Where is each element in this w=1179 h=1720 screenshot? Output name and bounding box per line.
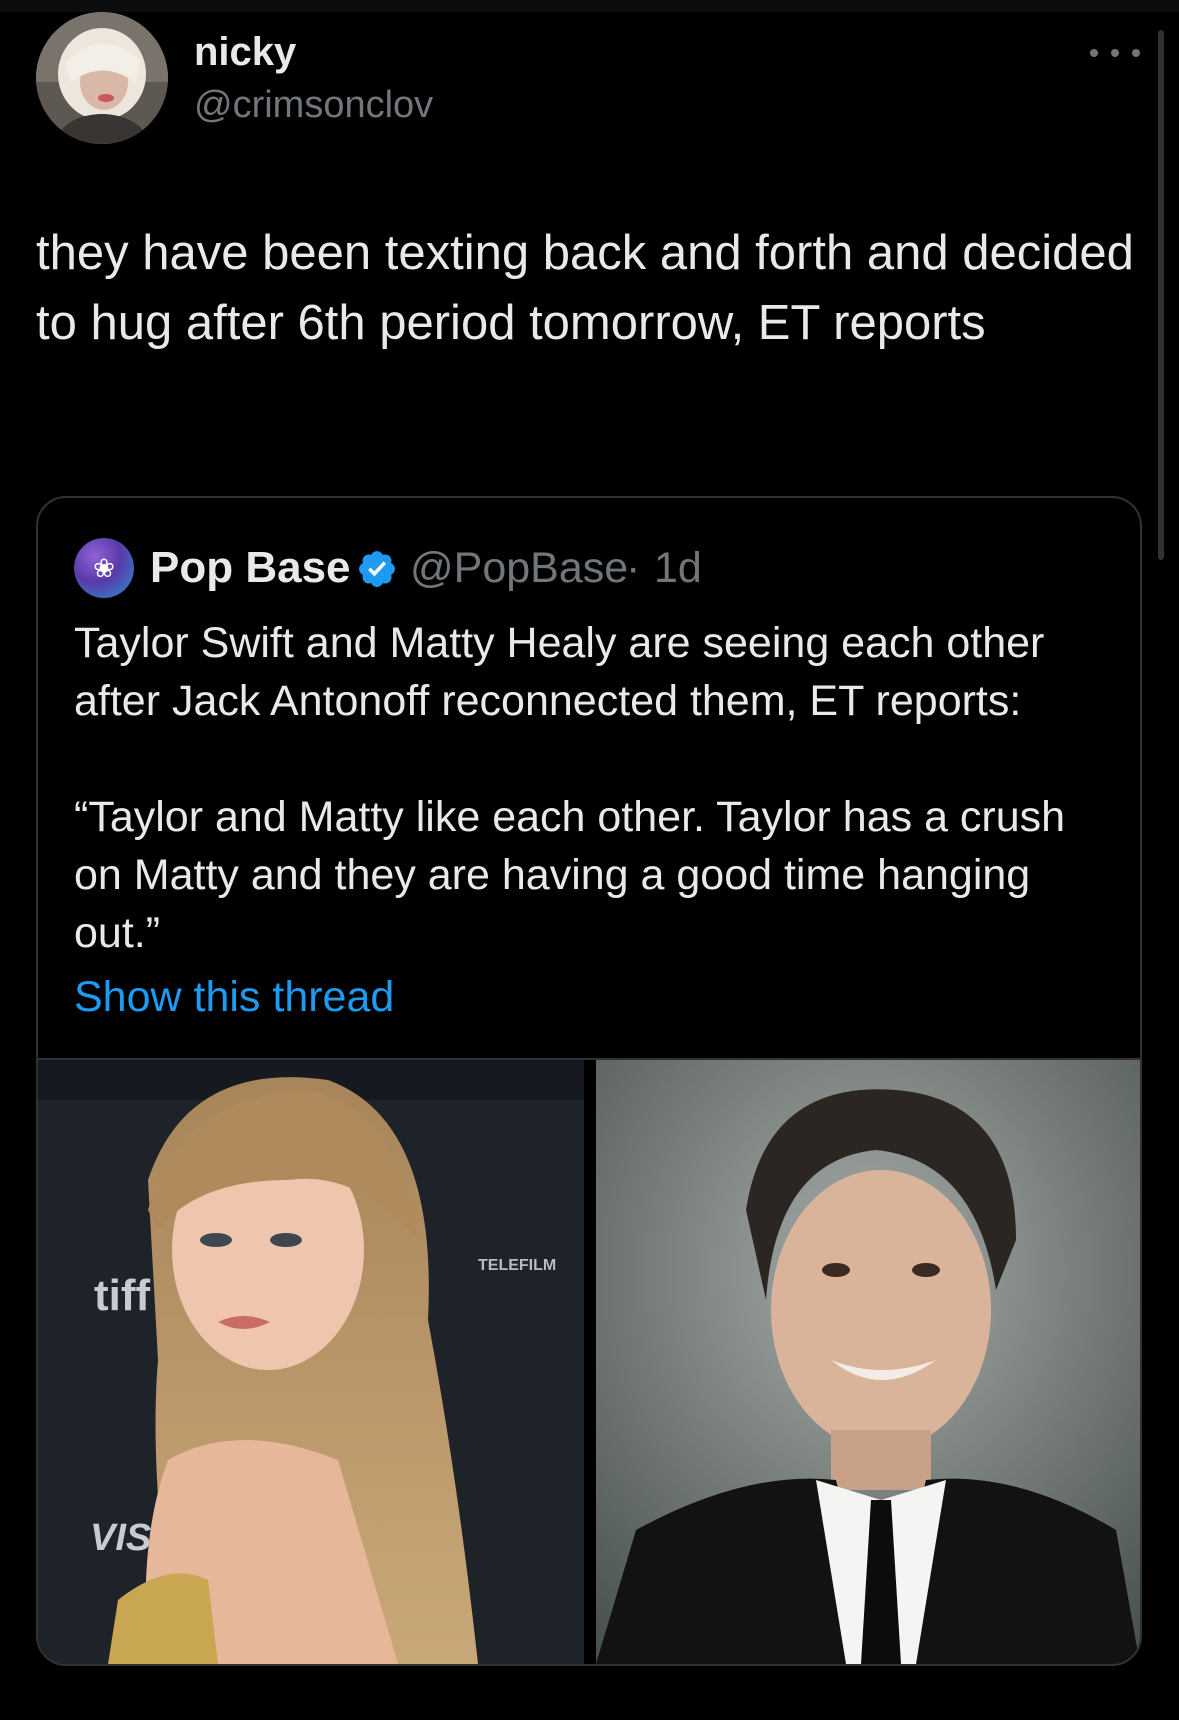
top-strip [0, 0, 1179, 12]
author-handle[interactable]: @crimsonclov [194, 82, 433, 128]
scrollbar[interactable] [1158, 30, 1164, 560]
quoted-timestamp[interactable]: 1d [654, 542, 702, 594]
show-thread-link[interactable]: Show this thread [74, 968, 394, 1026]
quoted-author-avatar[interactable]: ❀ [74, 538, 134, 598]
quoted-author-name[interactable]: Pop Base [150, 542, 351, 594]
media-grid: tiff VISA TELEFILM [38, 1058, 1140, 1664]
more-horizontal-icon [1090, 49, 1098, 57]
verified-badge-icon [359, 551, 395, 587]
more-options-button[interactable] [1090, 38, 1140, 68]
avatar[interactable] [36, 12, 168, 144]
photo-right[interactable] [596, 1060, 1140, 1664]
separator-dot: · [626, 544, 641, 592]
backdrop-text-tiff: tiff [94, 1271, 151, 1320]
quoted-tweet-text: Taylor Swift and Matty Healy are seeing … [74, 619, 1045, 725]
more-horizontal-icon-dot [1132, 49, 1140, 57]
backdrop-text-telefilm: TELEFILM [478, 1257, 556, 1274]
tweet-text: they have been texting back and forth an… [36, 226, 1134, 350]
quoted-author-handle[interactable]: @PopBase [410, 542, 628, 594]
quoted-tweet-card[interactable]: ❀ Pop Base @PopBase · 1d Taylor Swift an… [36, 496, 1142, 1666]
quoted-tweet-quote: “Taylor and Matty like each other. Taylo… [74, 793, 1066, 957]
more-horizontal-icon-dot [1111, 49, 1119, 57]
cherry-logo-icon: ❀ [93, 552, 115, 583]
author-name[interactable]: nicky [194, 28, 296, 76]
photo-left[interactable]: tiff VISA TELEFILM [38, 1060, 584, 1664]
media-divider [584, 1060, 596, 1664]
